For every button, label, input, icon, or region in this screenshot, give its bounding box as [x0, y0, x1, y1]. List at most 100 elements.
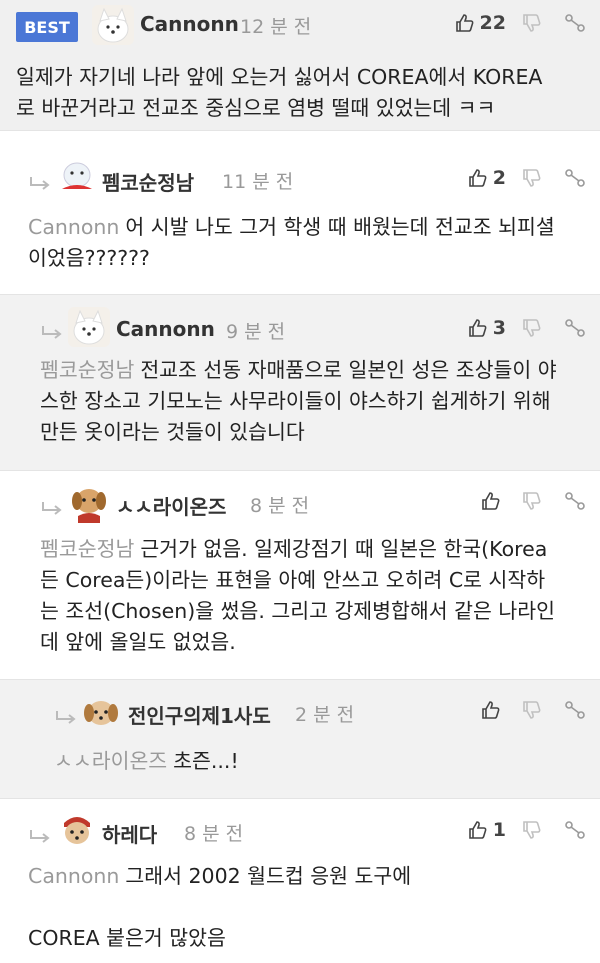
comment-body: 펨코순정남 근거가 없음. 일제강점기 때 일본은 한국(Korea 든 Core… [40, 534, 555, 658]
mention[interactable]: Cannonn [28, 864, 119, 888]
thumbs-up-icon [468, 168, 488, 188]
share-button[interactable] [564, 491, 586, 511]
comment-actions: 3 [468, 317, 586, 339]
share-button[interactable] [564, 318, 586, 338]
reply-arrow-icon [28, 829, 52, 845]
comment-line: ㅅㅅ라이온즈 초즌...! [54, 749, 239, 773]
comment-line: 펨코순정남 근거가 없음. 일제강점기 때 일본은 한국(Korea [40, 537, 548, 561]
comment-line: 는 조선(Chosen)을 썼음. 그리고 강제병합해서 같은 나라인 [40, 599, 555, 623]
like-button[interactable] [481, 491, 506, 511]
comment-body: 펨코순정남 전교조 선동 자매품으로 일본인 성은 조상들이 야 스한 장소고 기… [40, 355, 557, 448]
comment-reply: Cannonn 9 분 전 3 펨코순정남 전교조 선동 자매품으로 일본인 성은… [0, 295, 600, 471]
reply-arrow-icon [54, 710, 78, 726]
comment-author[interactable]: Cannonn [140, 12, 239, 36]
thumbs-down-icon [522, 491, 542, 511]
comment-time: 8 분 전 [184, 823, 244, 845]
comment-time: 2 분 전 [295, 704, 355, 726]
comment-author[interactable]: Cannonn [116, 317, 215, 341]
dislike-button[interactable] [522, 700, 542, 720]
thumbs-up-icon [468, 318, 488, 338]
comment-time: 11 분 전 [222, 171, 294, 193]
comment-line: 든 Corea든)이라는 표현을 아예 안쓰고 오히려 C로 시작하 [40, 568, 546, 592]
comment-author[interactable]: 펨코순정남 [102, 167, 194, 196]
like-count: 22 [479, 12, 506, 34]
share-button[interactable] [564, 13, 586, 33]
like-button[interactable]: 2 [468, 167, 506, 189]
avatar-sslions[interactable] [68, 483, 110, 523]
thumbs-up-icon [481, 700, 501, 720]
reply-arrow-icon [40, 325, 64, 341]
share-icon [564, 13, 586, 33]
thumbs-up-icon [468, 820, 488, 840]
avatar-cannonn[interactable] [68, 307, 110, 347]
like-button[interactable]: 1 [468, 819, 506, 841]
avatar-hareda[interactable] [56, 811, 98, 851]
comment-time: 9 분 전 [226, 321, 286, 343]
comment-author[interactable]: 하레다 [102, 819, 157, 848]
share-button[interactable] [564, 168, 586, 188]
dislike-button[interactable] [522, 168, 542, 188]
thumbs-down-icon [522, 700, 542, 720]
share-icon [564, 318, 586, 338]
comment-actions: 22 [455, 12, 586, 34]
thumbs-down-icon [522, 318, 542, 338]
comment-body: Cannonn 그래서 2002 월드컵 응원 도구에 COREA 붙은거 많았음 [28, 861, 411, 954]
comment-author[interactable]: 전인구의제1사도 [128, 700, 271, 729]
like-count: 2 [492, 167, 506, 189]
avatar-pemkosunjeongnam[interactable] [56, 155, 98, 195]
dislike-button[interactable] [522, 13, 542, 33]
like-button[interactable]: 3 [468, 317, 506, 339]
share-button[interactable] [564, 820, 586, 840]
comment-line: 스한 장소고 기모노는 사무라이들이 야스하기 쉽게하기 위해 [40, 389, 551, 413]
comment-reply: 전인구의제1사도 2 분 전 ㅅㅅ라이온즈 초즌...! [0, 680, 600, 799]
comment-line [28, 892, 411, 923]
dislike-button[interactable] [522, 318, 542, 338]
comment-line: 펨코순정남 전교조 선동 자매품으로 일본인 성은 조상들이 야 [40, 358, 557, 382]
mention[interactable]: Cannonn [28, 215, 119, 239]
comment-line: 만든 옷이라는 것들이 있습니다 [40, 420, 305, 444]
thumbs-down-icon [522, 13, 542, 33]
avatar-cannonn[interactable] [92, 5, 134, 45]
comment-time: 8 분 전 [250, 495, 310, 517]
share-button[interactable] [564, 700, 586, 720]
share-icon [564, 491, 586, 511]
comment-time: 12 분 전 [240, 16, 312, 38]
like-count: 3 [492, 317, 506, 339]
avatar-jeoningu[interactable] [80, 693, 122, 733]
share-icon [564, 820, 586, 840]
comment-line: COREA 붙은거 많았음 [28, 926, 226, 950]
thumbs-up-icon [481, 491, 501, 511]
mention[interactable]: ㅅㅅ라이온즈 [54, 749, 167, 773]
comment-reply: ㅅㅅ라이온즈 8 분 전 펨코순정남 근거가 없음. 일제강점기 때 일본은 한국… [0, 471, 600, 680]
reply-arrow-icon [40, 501, 64, 517]
comment-best: BEST Cannonn 12 분 전 22 일제가 자기네 나라 앞에 오는거… [0, 0, 600, 131]
comment-line: Cannonn 그래서 2002 월드컵 응원 도구에 [28, 864, 412, 888]
reply-arrow-icon [28, 176, 52, 192]
comment-line: 일제가 자기네 나라 앞에 오는거 싫어서 COREA에서 KOREA [16, 65, 543, 89]
thumbs-up-icon [455, 13, 475, 33]
share-icon [564, 700, 586, 720]
comment-author[interactable]: ㅅㅅ라이온즈 [116, 491, 226, 520]
dislike-button[interactable] [522, 820, 542, 840]
comment-body: ㅅㅅ라이온즈 초즌...! [54, 746, 239, 777]
share-icon [564, 168, 586, 188]
like-button[interactable] [481, 700, 506, 720]
comment-line: 이었음?????? [28, 246, 150, 270]
dislike-button[interactable] [522, 491, 542, 511]
mention[interactable]: 펨코순정남 [40, 537, 134, 561]
comment-actions [481, 700, 586, 720]
comment-actions [481, 491, 586, 511]
like-button[interactable]: 22 [455, 12, 506, 34]
comment-line: 로 바꾼거라고 전교조 중심으로 염병 떨때 있었는데 ㅋㅋ [16, 96, 496, 120]
best-badge: BEST [16, 12, 78, 42]
thumbs-down-icon [522, 820, 542, 840]
comment-actions: 2 [468, 167, 586, 189]
comment-actions: 1 [468, 819, 586, 841]
comment-body: 일제가 자기네 나라 앞에 오는거 싫어서 COREA에서 KOREA 로 바꾼… [16, 62, 542, 124]
comment-line: 데 앞에 올일도 없었음. [40, 630, 236, 654]
comment-body: Cannonn 어 시발 나도 그거 학생 때 배웠는데 전교조 뇌피셜 이었음?… [28, 212, 555, 274]
mention[interactable]: 펨코순정남 [40, 358, 134, 382]
like-count: 1 [492, 819, 506, 841]
thumbs-down-icon [522, 168, 542, 188]
comment-reply: 펨코순정남 11 분 전 2 Cannonn 어 시발 나도 그거 학생 때 배웠… [0, 131, 600, 295]
